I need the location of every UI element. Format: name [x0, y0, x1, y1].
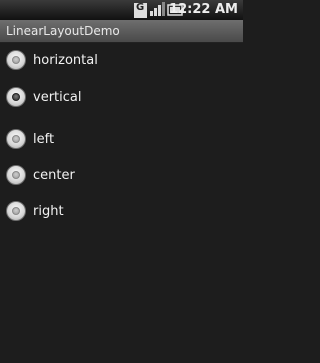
radio-option-vertical[interactable]: vertical [6, 85, 81, 109]
app-title-bar: LinearLayoutDemo [0, 20, 243, 43]
radio-option-center[interactable]: center [6, 163, 75, 187]
radio-option-right[interactable]: right [6, 199, 64, 223]
radio-option-horizontal[interactable]: horizontal [6, 48, 98, 72]
radio-label-vertical: vertical [33, 89, 82, 105]
radio-button-horizontal[interactable] [6, 50, 26, 70]
network-type-label: G [136, 1, 145, 13]
app-title: LinearLayoutDemo [6, 24, 120, 38]
radio-option-left[interactable]: left [6, 127, 54, 151]
radio-label-horizontal: horizontal [33, 52, 98, 68]
radio-button-right[interactable] [6, 201, 26, 221]
radio-button-vertical[interactable] [6, 87, 26, 107]
network-type-icon: G [134, 1, 147, 18]
radio-label-left: left [33, 131, 55, 147]
status-bar: G 12:22 AM [0, 0, 243, 20]
radio-label-right: right [33, 203, 64, 219]
radio-label-center: center [33, 167, 75, 183]
radio-button-left[interactable] [6, 129, 26, 149]
signal-strength-icon [149, 1, 165, 20]
status-time: 12:22 AM [169, 2, 238, 17]
radio-button-center[interactable] [6, 165, 26, 185]
